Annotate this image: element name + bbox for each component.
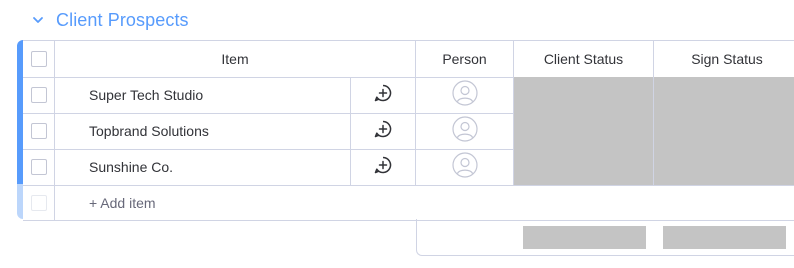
row-checkbox[interactable] bbox=[30, 87, 47, 103]
status-empty-fill bbox=[514, 77, 653, 113]
add-item-row[interactable]: + Add item bbox=[23, 185, 794, 220]
column-header-person-label: Person bbox=[442, 51, 487, 67]
column-header-client-status-label: Client Status bbox=[543, 51, 624, 67]
client-status-cell[interactable] bbox=[514, 149, 654, 185]
select-all-cell bbox=[23, 41, 55, 77]
table-header-row: Item Person Client Status Sign Status bbox=[23, 41, 794, 78]
table: Item Person Client Status Sign Status Su… bbox=[23, 40, 794, 221]
item-name-cell[interactable]: Super Tech Studio bbox=[55, 77, 351, 113]
item-name[interactable]: Super Tech Studio bbox=[55, 87, 203, 103]
summary-footer bbox=[416, 219, 794, 256]
person-cell[interactable] bbox=[416, 77, 514, 113]
person-cell[interactable] bbox=[416, 113, 514, 149]
status-empty-fill bbox=[514, 113, 653, 149]
chevron-down-icon[interactable] bbox=[30, 12, 46, 28]
group-title[interactable]: Client Prospects bbox=[56, 10, 189, 31]
sign-status-cell[interactable] bbox=[654, 149, 794, 185]
column-header-sign-status-label: Sign Status bbox=[691, 51, 763, 67]
conversation-cell[interactable] bbox=[351, 149, 416, 185]
add-update-icon[interactable] bbox=[373, 119, 393, 144]
sign-status-cell[interactable] bbox=[654, 113, 794, 149]
table-row: Sunshine Co. bbox=[23, 149, 794, 186]
person-cell[interactable] bbox=[416, 149, 514, 185]
item-name[interactable]: Topbrand Solutions bbox=[55, 123, 209, 139]
row-select-cell bbox=[23, 113, 55, 149]
row-select-cell bbox=[23, 149, 55, 185]
client-status-cell[interactable] bbox=[514, 77, 654, 113]
client-status-summary-bar[interactable] bbox=[523, 226, 646, 249]
add-update-icon[interactable] bbox=[373, 155, 393, 180]
table-row: Topbrand Solutions bbox=[23, 113, 794, 150]
status-empty-fill bbox=[514, 149, 653, 185]
person-avatar-icon[interactable] bbox=[451, 115, 478, 147]
item-name-cell[interactable]: Sunshine Co. bbox=[55, 149, 351, 185]
item-name[interactable]: Sunshine Co. bbox=[55, 159, 173, 175]
select-all-checkbox[interactable] bbox=[30, 51, 47, 67]
person-avatar-icon[interactable] bbox=[451, 79, 478, 111]
add-item-input[interactable]: + Add item bbox=[55, 195, 156, 211]
client-status-cell[interactable] bbox=[514, 113, 654, 149]
row-select-cell bbox=[23, 77, 55, 113]
column-header-person[interactable]: Person bbox=[416, 41, 514, 77]
column-header-item-label: Item bbox=[221, 51, 249, 67]
add-update-icon[interactable] bbox=[373, 83, 393, 108]
status-empty-fill bbox=[654, 113, 794, 149]
group-header: Client Prospects bbox=[30, 6, 189, 34]
conversation-cell[interactable] bbox=[351, 113, 416, 149]
row-checkbox[interactable] bbox=[30, 159, 47, 175]
row-checkbox[interactable] bbox=[30, 123, 47, 139]
conversation-cell[interactable] bbox=[351, 77, 416, 113]
status-empty-fill bbox=[654, 149, 794, 185]
column-header-item[interactable]: Item bbox=[55, 41, 416, 77]
status-empty-fill bbox=[654, 77, 794, 113]
column-header-sign-status[interactable]: Sign Status bbox=[654, 41, 794, 77]
add-item-cell[interactable]: + Add item bbox=[55, 185, 794, 220]
item-name-cell[interactable]: Topbrand Solutions bbox=[55, 113, 351, 149]
person-avatar-icon[interactable] bbox=[451, 151, 478, 183]
add-item-checkbox bbox=[30, 194, 47, 211]
board-table: Item Person Client Status Sign Status Su… bbox=[17, 40, 794, 221]
table-row: Super Tech Studio bbox=[23, 77, 794, 114]
column-header-client-status[interactable]: Client Status bbox=[514, 41, 654, 77]
sign-status-summary-bar[interactable] bbox=[663, 226, 786, 249]
sign-status-cell[interactable] bbox=[654, 77, 794, 113]
add-item-check-cell bbox=[23, 185, 55, 220]
